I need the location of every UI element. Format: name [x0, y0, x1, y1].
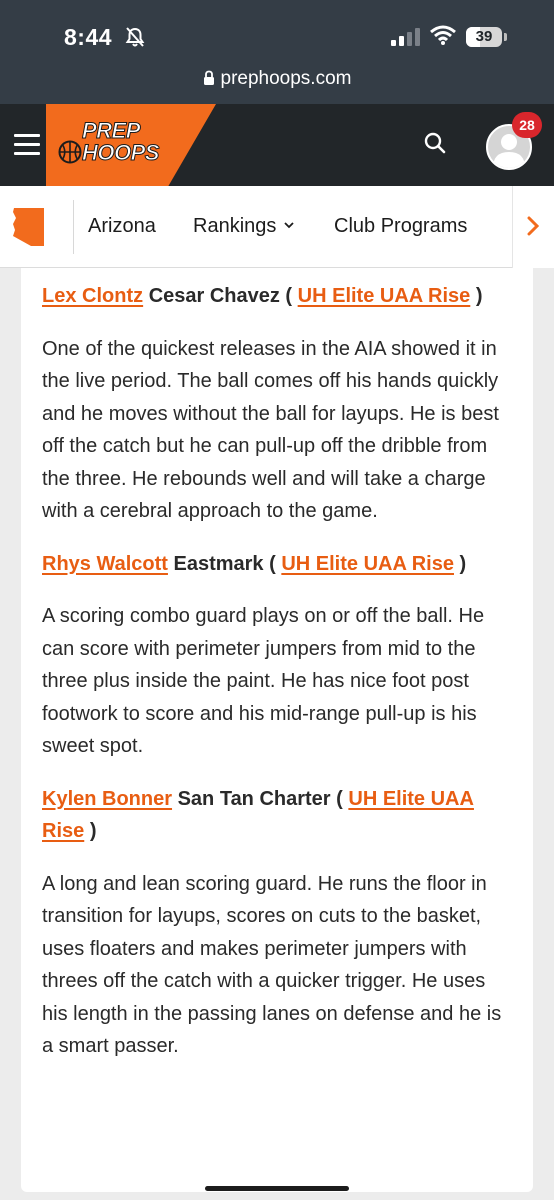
player-name-link[interactable]: Lex Clontz: [42, 285, 143, 307]
wifi-icon: [430, 25, 456, 45]
heading-close-paren: ): [459, 552, 467, 575]
subnav-item-rankings[interactable]: Rankings: [193, 215, 295, 238]
player-school: Cesar Chavez (: [148, 285, 293, 307]
player-description: A long and lean scoring guard. He runs t…: [42, 872, 502, 1058]
bell-slash-icon: [125, 27, 145, 47]
site-header: PREP HOOPS: [0, 104, 554, 186]
player-name-link[interactable]: Kylen Bonner: [42, 788, 172, 810]
chevron-right-icon: [527, 216, 539, 236]
team-link[interactable]: UH Elite UAA Rise: [298, 285, 471, 307]
logo-line-prep: PREP: [82, 118, 141, 143]
player-description: A scoring combo guard plays on or off th…: [42, 605, 485, 757]
player-name-link[interactable]: Rhys Walcott: [42, 553, 168, 575]
logo-line-hoops: HOOPS: [82, 140, 160, 165]
url-text: prephoops.com: [220, 68, 352, 89]
hamburger-menu-icon[interactable]: [14, 134, 40, 156]
article-card: Lex Clontz Cesar Chavez ( UH Elite UAA R…: [21, 268, 533, 1192]
team-link[interactable]: UH Elite UAA Rise: [281, 553, 454, 575]
player-description: One of the quickest releases in the AIA …: [42, 337, 499, 523]
subnav-divider: [73, 200, 74, 254]
battery-cap: [504, 33, 507, 41]
article-body: Lex Clontz Cesar Chavez ( UH Elite UAA R…: [42, 280, 512, 1083]
heading-close-paren: ): [475, 285, 483, 307]
signal-icon: [391, 28, 420, 46]
subnav-rankings-label: Rankings: [193, 215, 277, 237]
subnav-item-club-programs[interactable]: Club Programs: [334, 215, 467, 238]
battery-indicator: 39: [466, 27, 502, 47]
home-indicator[interactable]: [205, 1186, 349, 1191]
battery-percent: 39: [475, 28, 493, 45]
search-icon[interactable]: [423, 131, 447, 155]
player-school: Eastmark (: [173, 552, 276, 575]
lock-icon: [203, 70, 214, 85]
chevron-down-icon: [284, 222, 295, 229]
player-heading: Rhys Walcott Eastmark ( UH Elite UAA Ris…: [42, 548, 512, 581]
notification-badge[interactable]: 28: [512, 112, 542, 138]
subnav-item-arizona[interactable]: Arizona: [88, 215, 156, 238]
prephoops-logo[interactable]: PREP HOOPS: [56, 118, 160, 165]
subnav-next-button[interactable]: [512, 186, 554, 268]
player-heading: Kylen Bonner San Tan Charter ( UH Elite …: [42, 783, 512, 848]
player-school: San Tan Charter (: [177, 787, 343, 810]
browser-top-bar: 8:44 39 prephoops.com: [0, 0, 554, 104]
heading-close-paren: ): [89, 820, 97, 842]
player-heading: Lex Clontz Cesar Chavez ( UH Elite UAA R…: [42, 280, 512, 313]
url-bar[interactable]: prephoops.com: [0, 68, 554, 90]
status-time: 8:44: [64, 24, 113, 50]
arizona-state-icon: [13, 208, 44, 246]
state-subnav: Arizona Rankings Club Programs: [0, 186, 554, 268]
